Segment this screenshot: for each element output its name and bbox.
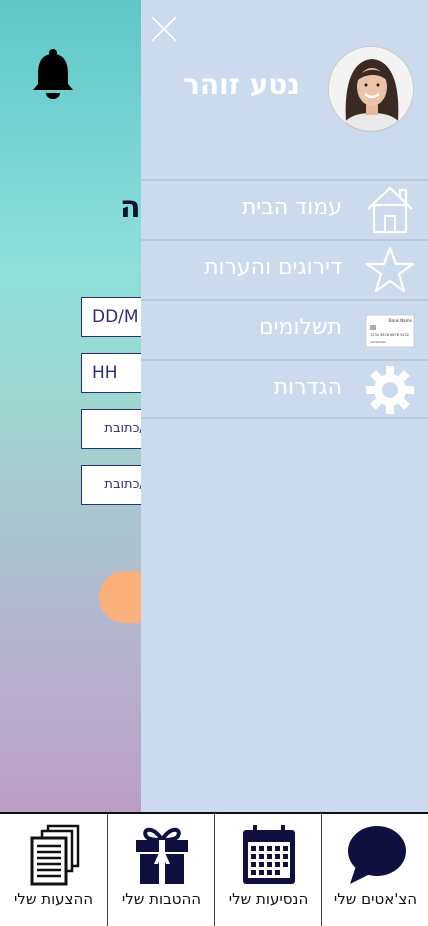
card-holder: cardholder bbox=[370, 340, 387, 344]
chat-bubble-icon bbox=[347, 826, 406, 884]
menu-item-ratings[interactable]: דירוגים והערות bbox=[141, 239, 428, 299]
gear-icon bbox=[366, 366, 414, 414]
menu-item-label: דירוגים והערות bbox=[204, 255, 342, 280]
profile-photo bbox=[329, 47, 413, 131]
bell-icon[interactable] bbox=[30, 48, 76, 100]
avatar[interactable] bbox=[328, 46, 414, 132]
tab-label: ההטבות שלי bbox=[121, 890, 202, 908]
bottom-tab-bar: ההצעות שלי ההטבות שלי הנסיעות שלי הצ'אטי… bbox=[0, 812, 428, 926]
gift-icon bbox=[135, 827, 188, 884]
menu-item-payments[interactable]: תשלומים Bank Name 1234 5678 9876 5432 ca… bbox=[141, 299, 428, 359]
documents-icon bbox=[30, 824, 79, 886]
tab-my-trips[interactable]: הנסיעות שלי bbox=[214, 814, 322, 926]
star-icon bbox=[365, 246, 415, 293]
tab-label: הצ'אטים שלי bbox=[333, 890, 418, 908]
tab-my-benefits[interactable]: ההטבות שלי bbox=[107, 814, 215, 926]
menu-item-settings[interactable]: הגדרות bbox=[141, 359, 428, 419]
tab-my-offers[interactable]: ההצעות שלי bbox=[0, 814, 107, 926]
drawer-menu: עמוד הבית דירוגים והערות תשלומים Bank Na… bbox=[141, 179, 428, 419]
credit-card-icon: Bank Name 1234 5678 9876 5432 cardholder bbox=[365, 314, 415, 348]
tab-label: הנסיעות שלי bbox=[228, 890, 309, 908]
tab-my-chats[interactable]: הצ'אטים שלי bbox=[321, 814, 428, 926]
calendar-icon bbox=[242, 825, 295, 884]
menu-item-home[interactable]: עמוד הבית bbox=[141, 179, 428, 239]
side-drawer: נטע זוהר עמוד הבית דירוגים והערות תשלומי… bbox=[141, 0, 428, 812]
close-icon[interactable] bbox=[149, 14, 179, 44]
card-bank-name: Bank Name bbox=[389, 318, 413, 323]
home-icon bbox=[367, 186, 413, 234]
tab-label: ההצעות שלי bbox=[13, 890, 94, 908]
menu-item-label: הגדרות bbox=[273, 375, 342, 400]
user-name: נטע זוהר bbox=[182, 68, 300, 101]
menu-item-label: תשלומים bbox=[258, 315, 342, 340]
card-number: 1234 5678 9876 5432 bbox=[370, 333, 409, 337]
menu-item-label: עמוד הבית bbox=[241, 195, 342, 220]
page-title: ה bbox=[120, 190, 141, 225]
